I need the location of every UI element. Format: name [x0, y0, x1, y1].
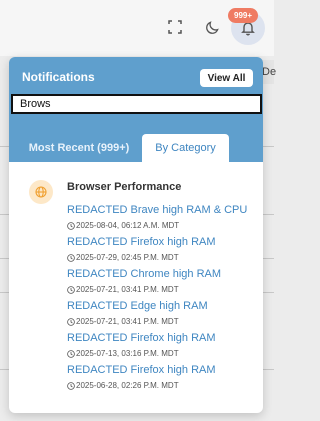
notification-timestamp: 2025-07-21, 03:41 P.M. MDT [67, 316, 257, 328]
notification-link[interactable]: REDACTED Firefox high RAM [67, 235, 257, 249]
clock-icon [67, 286, 75, 294]
list-item: REDACTED Edge high RAM 2025-07-21, 03:41… [67, 299, 257, 328]
background-divider [262, 292, 274, 293]
notification-timestamp: 2025-07-29, 02:45 P.M. MDT [67, 252, 257, 264]
clock-icon [67, 350, 75, 358]
fullscreen-icon [168, 20, 182, 34]
background-divider [262, 146, 274, 147]
notifications-header: Notifications View All Most Recent (999+… [9, 57, 263, 162]
timestamp-text: 2025-07-21, 03:41 P.M. MDT [76, 285, 179, 294]
timestamp-text: 2025-07-13, 03:16 P.M. MDT [76, 349, 179, 358]
moon-icon [205, 20, 219, 34]
background-divider [262, 258, 274, 259]
notification-search-input[interactable] [11, 94, 262, 114]
background-divider [262, 369, 274, 370]
timestamp-text: 2025-07-29, 02:45 P.M. MDT [76, 253, 179, 262]
notification-timestamp: 2025-08-04, 06:12 A.M. MDT [67, 220, 257, 232]
category-title: Browser Performance [67, 181, 182, 193]
notification-timestamp: 2025-06-28, 02:26 P.M. MDT [67, 380, 257, 392]
clock-icon [67, 382, 75, 390]
view-all-button[interactable]: View All [200, 69, 253, 87]
notification-link[interactable]: REDACTED Brave high RAM & CPU [67, 203, 257, 217]
list-item: REDACTED Brave high RAM & CPU 2025-08-04… [67, 203, 257, 232]
notifications-title: Notifications [22, 70, 95, 84]
globe-icon [29, 180, 53, 204]
notifications-panel: Notifications View All Most Recent (999+… [9, 57, 263, 413]
notification-link[interactable]: REDACTED Firefox high RAM [67, 363, 257, 377]
notification-link[interactable]: REDACTED Firefox high RAM [67, 331, 257, 345]
timestamp-text: 2025-08-04, 06:12 A.M. MDT [76, 221, 180, 230]
clock-icon [67, 254, 75, 262]
list-item: REDACTED Firefox high RAM 2025-07-13, 03… [67, 331, 257, 360]
clock-icon [67, 318, 75, 326]
list-item: REDACTED Firefox high RAM 2025-06-28, 02… [67, 363, 257, 392]
notification-link[interactable]: REDACTED Edge high RAM [67, 299, 257, 313]
notification-timestamp: 2025-07-13, 03:16 P.M. MDT [67, 348, 257, 360]
theme-toggle-button[interactable] [197, 12, 227, 42]
fullscreen-button[interactable] [160, 12, 190, 42]
top-bar: 999+ [0, 0, 274, 56]
notification-count-badge: 999+ [228, 8, 259, 23]
background-text-fragment: De [262, 66, 277, 78]
tab-most-recent[interactable]: Most Recent (999+) [17, 134, 141, 162]
notification-timestamp: 2025-07-21, 03:41 P.M. MDT [67, 284, 257, 296]
timestamp-text: 2025-07-21, 03:41 P.M. MDT [76, 317, 179, 326]
list-item: REDACTED Chrome high RAM 2025-07-21, 03:… [67, 267, 257, 296]
timestamp-text: 2025-06-28, 02:26 P.M. MDT [76, 381, 179, 390]
notification-link[interactable]: REDACTED Chrome high RAM [67, 267, 257, 281]
list-item: REDACTED Firefox high RAM 2025-07-29, 02… [67, 235, 257, 264]
background-divider [262, 214, 274, 215]
clock-icon [67, 222, 75, 230]
tab-by-category[interactable]: By Category [142, 134, 229, 162]
